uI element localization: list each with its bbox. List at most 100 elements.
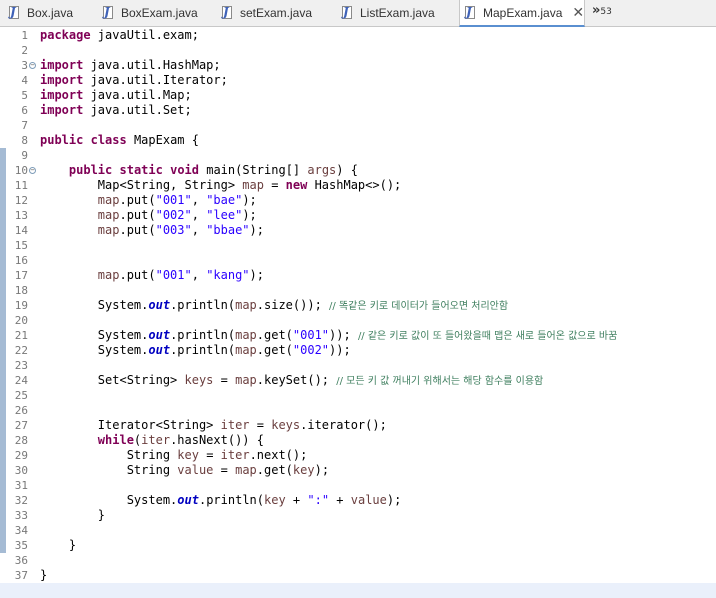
code-token: .get( xyxy=(256,328,293,342)
code-line: 13 map.put("002", "lee"); xyxy=(0,208,716,223)
code-text: System.out.println(map.get("001")); // 같… xyxy=(40,328,617,344)
code-line: 1 package javaUtil.exam; xyxy=(0,28,716,43)
code-token: Set<String> xyxy=(40,373,185,387)
code-token: .keySet(); xyxy=(256,373,337,387)
code-token: map xyxy=(242,178,264,192)
code-token: java.util.HashMap; xyxy=(83,58,221,72)
line-number: 4 xyxy=(21,74,28,87)
fold-toggle-icon[interactable]: − xyxy=(29,62,36,69)
close-icon[interactable]: ✕ xyxy=(572,5,584,21)
tab-overflow-button[interactable]: »53 xyxy=(592,3,612,18)
java-file-icon: J xyxy=(221,5,233,20)
code-token: new xyxy=(285,178,308,192)
code-token: map xyxy=(97,208,120,222)
code-token: import xyxy=(40,73,84,87)
code-token: = xyxy=(263,178,286,192)
java-file-icon: J xyxy=(464,5,476,20)
tab-label: MapExam.java xyxy=(483,5,563,20)
tab-label: Box.java xyxy=(27,6,74,20)
code-line: 31 xyxy=(0,478,716,493)
code-token: ); xyxy=(249,223,264,237)
tab-listexam[interactable]: J ListExam.java xyxy=(337,0,449,26)
code-token: key xyxy=(177,448,199,462)
code-line: 30 String value = map.get(key); xyxy=(0,463,716,478)
code-text: public static void main(String[] args) { xyxy=(40,163,358,178)
line-number: 3 xyxy=(21,59,28,72)
code-text: Iterator<String> iter = keys.iterator(); xyxy=(40,418,387,433)
code-text: Set<String> keys = map.keySet(); // 모든 키… xyxy=(40,373,543,389)
tab-mapexam[interactable]: J MapExam.java ✕ xyxy=(459,0,585,27)
line-number: 9 xyxy=(21,149,28,162)
code-token: java.util.Iterator; xyxy=(83,73,228,87)
code-token: import xyxy=(40,58,84,72)
code-token: .iterator(); xyxy=(300,418,387,432)
code-token: key xyxy=(292,463,315,477)
code-token: .put( xyxy=(119,193,156,207)
code-text: String key = iter.next(); xyxy=(40,448,308,463)
code-text: System.out.println(map.get("002")); xyxy=(40,343,351,358)
code-token: "001" xyxy=(292,328,330,342)
tab-setexam[interactable]: JsetExam.java xyxy=(217,0,329,26)
code-token: iter xyxy=(220,448,250,462)
code-line: 4 import java.util.Iterator; xyxy=(0,73,716,88)
code-line: 33 } xyxy=(0,508,716,523)
code-token: .println( xyxy=(170,328,236,342)
line-number: 10 xyxy=(14,164,28,177)
code-token: "001" xyxy=(155,268,192,282)
code-token: ); xyxy=(314,463,330,477)
java-file-icon: J xyxy=(8,5,20,20)
line-number: 31 xyxy=(14,479,28,492)
code-token: value xyxy=(177,463,214,477)
code-token: = xyxy=(198,448,221,462)
tab-boxexam[interactable]: J BoxExam.java xyxy=(98,0,210,26)
code-token: // 모든 키 값 꺼내기 위해서는 해당 함수를 이용함 xyxy=(336,376,544,387)
code-token: out xyxy=(177,493,199,507)
line-number: 32 xyxy=(14,494,28,507)
code-token: map xyxy=(97,223,120,237)
code-line: 16 xyxy=(0,253,716,268)
line-number: 13 xyxy=(14,209,28,222)
code-token: out xyxy=(148,298,171,312)
code-line: 28 while(iter.hasNext()) { xyxy=(0,433,716,448)
line-number: 17 xyxy=(14,269,28,282)
code-text: } xyxy=(40,538,76,553)
code-token: .println( xyxy=(170,298,236,312)
code-text: map.put("003", "bbae"); xyxy=(40,223,264,238)
code-token: map xyxy=(235,373,257,387)
code-token: .println( xyxy=(198,493,264,507)
code-token: args xyxy=(307,163,337,177)
code-text: System.out.println(key + ":" + value); xyxy=(40,493,402,508)
code-text: package javaUtil.exam; xyxy=(40,28,199,43)
code-token: + xyxy=(329,493,351,507)
code-token: ":" xyxy=(307,493,330,507)
code-token: .get( xyxy=(256,343,293,357)
code-token: } xyxy=(40,508,106,522)
line-number: 8 xyxy=(21,134,28,147)
code-text: String value = map.get(key); xyxy=(40,463,329,478)
code-token: .println( xyxy=(170,343,236,357)
code-token: package xyxy=(40,28,91,42)
code-token: map xyxy=(97,268,120,282)
code-text: import java.util.HashMap; xyxy=(40,58,221,73)
java-file-icon: J xyxy=(102,5,114,20)
line-number: 18 xyxy=(14,284,28,297)
tab-box[interactable]: J Box.java xyxy=(4,0,92,26)
code-token: HashMap<>(); xyxy=(307,178,402,192)
code-line: 2 xyxy=(0,43,716,58)
code-token: "bbae" xyxy=(206,223,250,237)
code-token: javaUtil.exam; xyxy=(90,28,199,42)
code-line: 25 xyxy=(0,388,716,403)
code-text: } xyxy=(40,508,105,523)
fold-toggle-icon[interactable]: − xyxy=(29,167,36,174)
line-number: 26 xyxy=(14,404,28,417)
code-text: map.put("002", "lee"); xyxy=(40,208,257,223)
line-number: 11 xyxy=(14,179,28,192)
code-text: Map<String, String> map = new HashMap<>(… xyxy=(40,178,401,193)
code-token: } xyxy=(40,538,77,552)
code-editor[interactable]: 1 package javaUtil.exam; 2 3− import java.ut… xyxy=(0,27,716,598)
line-number: 35 xyxy=(14,539,28,552)
code-line: 34 xyxy=(0,523,716,538)
